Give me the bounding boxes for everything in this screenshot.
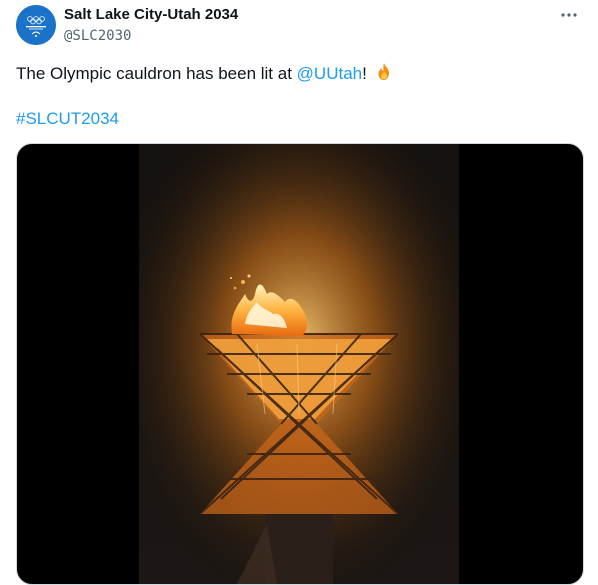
cauldron-video-frame	[139, 144, 459, 584]
video-player[interactable]	[16, 143, 584, 585]
tweet-text: The Olympic cauldron has been lit at @UU…	[16, 62, 394, 88]
fire-icon	[374, 62, 394, 88]
slc-2034-logo	[16, 5, 56, 45]
user-handle[interactable]: @SLC2030	[64, 27, 131, 45]
more-options-button[interactable]	[558, 4, 580, 24]
tweet-text-punctuation: !	[362, 64, 367, 83]
mention-link[interactable]: @UUtah	[297, 64, 362, 83]
tweet-card: Salt Lake City-Utah 2034 @SLC2030 The Ol…	[0, 0, 598, 585]
tweet-text-body: The Olympic cauldron has been lit at	[16, 64, 297, 83]
display-name[interactable]: Salt Lake City-Utah 2034	[64, 6, 238, 24]
more-horizontal-icon	[561, 13, 577, 17]
profile-avatar[interactable]	[16, 5, 56, 45]
hashtag-link[interactable]: #SLCUT2034	[16, 108, 119, 130]
